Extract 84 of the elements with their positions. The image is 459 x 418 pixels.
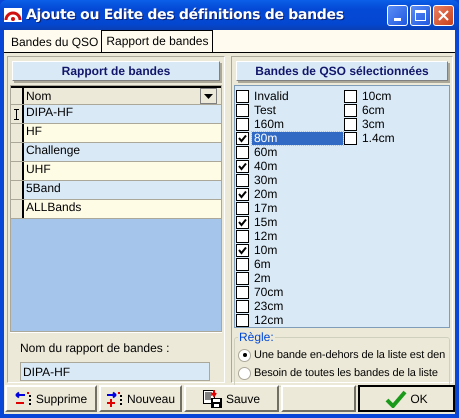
checkbox[interactable] bbox=[236, 202, 249, 214]
app-icon bbox=[4, 8, 22, 22]
radio-label: Une bande en-dehors de la liste est den bbox=[254, 349, 446, 361]
close-button[interactable] bbox=[433, 4, 454, 26]
checkbox[interactable] bbox=[236, 188, 249, 200]
table-cell[interactable]: DIPA-HF bbox=[24, 105, 221, 123]
row-indicator[interactable] bbox=[11, 181, 24, 199]
arrow-plus-icon bbox=[106, 390, 124, 406]
checkbox[interactable] bbox=[236, 132, 249, 144]
action-button[interactable]: OK bbox=[358, 385, 455, 412]
band-label[interactable]: 6cm bbox=[360, 104, 387, 116]
band-label[interactable]: 80m bbox=[252, 132, 343, 144]
checkbox[interactable] bbox=[236, 104, 249, 116]
document-floppy-icon bbox=[202, 390, 223, 408]
band-label[interactable]: 12m bbox=[252, 230, 280, 242]
band-label[interactable]: 15m bbox=[252, 216, 280, 228]
checkbox[interactable] bbox=[344, 118, 357, 130]
maximize-button[interactable] bbox=[410, 4, 431, 26]
field-label: Nom du rapport de bandes : bbox=[20, 341, 170, 355]
checkbox[interactable] bbox=[236, 90, 249, 102]
maximize-icon bbox=[415, 10, 426, 20]
checkbox[interactable] bbox=[236, 244, 249, 256]
checkbox[interactable] bbox=[236, 230, 249, 242]
checkbox[interactable] bbox=[236, 300, 249, 312]
arrow-minus-icon bbox=[14, 390, 33, 406]
minimize-button[interactable] bbox=[387, 4, 408, 26]
table-cell[interactable]: ALLBands bbox=[24, 200, 221, 218]
radio-label: Besoin de toutes les bandes de la liste bbox=[254, 367, 438, 379]
band-label[interactable]: 160m bbox=[252, 118, 286, 130]
radio-button[interactable] bbox=[238, 366, 251, 380]
row-indicator[interactable] bbox=[11, 200, 24, 218]
band-label[interactable]: 40m bbox=[252, 160, 280, 172]
checkbox[interactable] bbox=[236, 286, 249, 298]
panel-header: Bandes de QSO sélectionnées bbox=[236, 61, 448, 81]
checkbox[interactable] bbox=[344, 132, 357, 144]
name-field[interactable]: DIPA-HF bbox=[20, 362, 210, 381]
group-label: Règle: bbox=[238, 330, 275, 344]
column-header[interactable]: Nom bbox=[24, 86, 221, 104]
checkbox[interactable] bbox=[344, 104, 357, 116]
table-cell[interactable]: 5Band bbox=[24, 181, 221, 199]
checkbox[interactable] bbox=[236, 118, 249, 130]
checkbox[interactable] bbox=[236, 216, 249, 228]
band-label[interactable]: 23cm bbox=[252, 300, 286, 312]
minimize-icon bbox=[394, 18, 401, 20]
band-label[interactable]: Test bbox=[252, 104, 278, 116]
action-button[interactable]: Sauve bbox=[184, 385, 279, 412]
checkbox[interactable] bbox=[236, 146, 249, 158]
close-icon bbox=[438, 10, 449, 20]
band-label[interactable]: 2m bbox=[252, 272, 273, 284]
band-label[interactable]: 60m bbox=[252, 146, 280, 158]
row-indicator bbox=[11, 86, 24, 104]
row-indicator[interactable] bbox=[11, 162, 24, 180]
band-label[interactable]: 3cm bbox=[360, 118, 387, 130]
action-button[interactable]: Nouveau bbox=[99, 385, 182, 412]
checkbox[interactable] bbox=[236, 314, 249, 326]
table-cell[interactable]: HF bbox=[24, 124, 221, 142]
tab[interactable]: Rapport de bandes bbox=[101, 30, 214, 52]
band-label[interactable]: 20m bbox=[252, 188, 280, 200]
row-indicator[interactable] bbox=[11, 124, 24, 142]
panel-header: Rapport de bandes bbox=[12, 61, 220, 81]
table-cell[interactable]: UHF bbox=[24, 162, 221, 180]
band-label[interactable]: 17m bbox=[252, 202, 280, 214]
radio-button[interactable] bbox=[238, 348, 251, 362]
band-label[interactable]: 6m bbox=[252, 258, 273, 270]
action-button[interactable]: Supprime bbox=[5, 385, 97, 412]
band-label[interactable]: 30m bbox=[252, 174, 280, 186]
checkbox[interactable] bbox=[236, 272, 249, 284]
band-label[interactable]: 10m bbox=[252, 244, 280, 256]
row-indicator[interactable] bbox=[11, 143, 24, 161]
checkbox[interactable] bbox=[236, 258, 249, 270]
band-label[interactable]: Invalid bbox=[252, 90, 291, 102]
column-title: Nom bbox=[26, 89, 52, 103]
band-label[interactable]: 70cm bbox=[252, 286, 286, 298]
table-cell[interactable]: Challenge bbox=[24, 143, 221, 161]
band-label[interactable]: 12cm bbox=[252, 314, 286, 326]
checkmark-icon bbox=[385, 390, 408, 408]
checkbox[interactable] bbox=[344, 90, 357, 102]
checkbox[interactable] bbox=[236, 160, 249, 172]
row-indicator[interactable] bbox=[11, 105, 24, 123]
window-title: Ajoute ou Edite des définitions de bandes bbox=[26, 7, 345, 23]
dropdown-icon[interactable] bbox=[200, 88, 217, 104]
band-label[interactable]: 10cm bbox=[360, 90, 394, 102]
band-label[interactable]: 1.4cm bbox=[360, 132, 397, 144]
checkbox[interactable] bbox=[236, 174, 249, 186]
